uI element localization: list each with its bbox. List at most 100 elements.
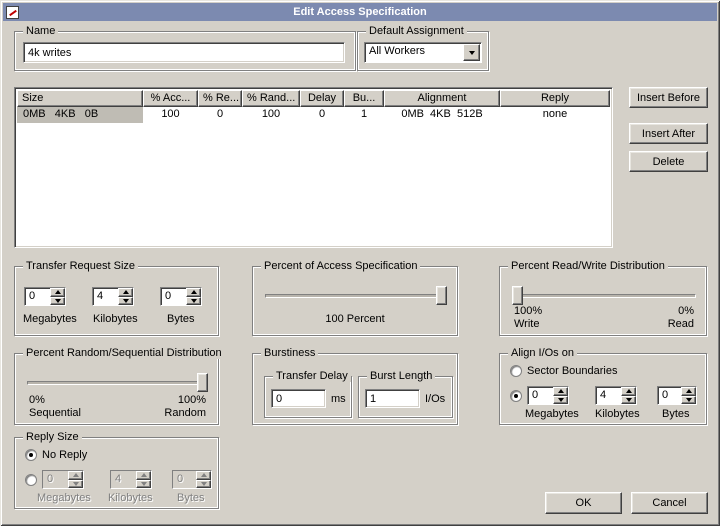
ok-label: OK	[575, 497, 592, 509]
transfer-delay-group: Transfer Delay ms	[264, 370, 352, 418]
insert-before-button[interactable]: Insert Before	[629, 87, 708, 108]
spinner-down-icon	[196, 479, 211, 488]
col-header-size[interactable]: Size	[17, 90, 143, 107]
align-bytes-label: Bytes	[662, 408, 690, 420]
transfer-delay-input[interactable]	[271, 389, 326, 408]
chevron-down-icon	[468, 50, 475, 55]
read-write-slider-thumb[interactable]	[512, 286, 523, 305]
random-seq-slider-thumb[interactable]	[197, 373, 208, 392]
cell-burst[interactable]: 1	[344, 107, 384, 123]
name-group: Name	[14, 25, 356, 71]
percent-access-spec-group: Percent of Access Specification 100 Perc…	[252, 260, 458, 336]
col-header-burst[interactable]: Bu...	[344, 90, 384, 107]
combo-dropdown-button[interactable]	[463, 44, 480, 61]
sector-boundaries-label: Sector Boundaries	[527, 365, 618, 377]
title-bar[interactable]: Edit Access Specification	[3, 3, 717, 21]
col-header-read[interactable]: % Re...	[198, 90, 242, 107]
read-write-dist-group: Percent Read/Write Distribution 100% Writ…	[499, 260, 707, 336]
trs-bytes-label: Bytes	[167, 313, 195, 325]
name-input[interactable]	[23, 42, 345, 63]
insert-after-button[interactable]: Insert After	[629, 123, 708, 144]
read-percent-label: 0% Read	[667, 305, 694, 330]
spinner-up-icon[interactable]	[621, 387, 636, 396]
spinner-up-icon[interactable]	[681, 387, 696, 396]
spinner-down-icon[interactable]	[186, 296, 201, 305]
spinner-down-icon[interactable]	[118, 296, 133, 305]
access-spec-list[interactable]: Size % Acc... % Re... % Rand... Delay Bu…	[14, 87, 613, 248]
trs-kilobytes-value[interactable]: 4	[93, 288, 118, 305]
spinner-up-icon[interactable]	[118, 288, 133, 297]
col-header-reply[interactable]: Reply	[500, 90, 610, 107]
cell-size[interactable]: 0MB 4KB 0B	[17, 107, 143, 123]
ok-button[interactable]: OK	[545, 492, 622, 514]
default-assignment-select[interactable]: All Workers	[364, 42, 482, 63]
align-megabytes-value[interactable]: 0	[528, 387, 553, 404]
cancel-button[interactable]: Cancel	[631, 492, 708, 514]
random-seq-slider-track[interactable]	[27, 381, 208, 385]
cell-access[interactable]: 100	[143, 107, 198, 123]
read-write-dist-label: Percent Read/Write Distribution	[508, 260, 668, 272]
reply-bytes-spinner: 0	[172, 470, 212, 489]
trs-megabytes-spinner[interactable]: 0	[24, 287, 66, 306]
random-seq-dist-group: Percent Random/Sequential Distribution 0…	[14, 347, 225, 425]
access-spec-slider-thumb[interactable]	[436, 286, 447, 305]
random-seq-dist-label: Percent Random/Sequential Distribution	[23, 347, 225, 359]
trs-bytes-spinner[interactable]: 0	[160, 287, 202, 306]
table-row[interactable]: 0MB 4KB 0B 100 0 100 0 1 0MB 4KB 512B no…	[17, 107, 610, 123]
col-header-access[interactable]: % Acc...	[143, 90, 198, 107]
reply-megabytes-label: Megabytes	[37, 492, 91, 504]
cell-read[interactable]: 0	[198, 107, 242, 123]
burst-length-unit: I/Os	[425, 393, 446, 405]
spinner-up-icon[interactable]	[50, 288, 65, 297]
trs-megabytes-value[interactable]: 0	[25, 288, 50, 305]
col-header-alignment[interactable]: Alignment	[384, 90, 500, 107]
reply-size-radio[interactable]	[25, 474, 37, 486]
write-percent-label: 100% Write	[514, 305, 543, 330]
align-ios-label: Align I/Os on	[508, 347, 577, 359]
spinner-down-icon[interactable]	[553, 395, 568, 404]
no-reply-radio[interactable]	[25, 449, 37, 461]
cell-random[interactable]: 100	[242, 107, 300, 123]
delete-label: Delete	[652, 155, 685, 168]
align-size-radio[interactable]	[510, 390, 522, 402]
spinner-up-icon[interactable]	[186, 288, 201, 297]
trs-kilobytes-spinner[interactable]: 4	[92, 287, 134, 306]
align-kilobytes-spinner[interactable]: 4	[595, 386, 637, 405]
window-title: Edit Access Specification	[293, 6, 427, 18]
transfer-request-size-group: Transfer Request Size 0 4 0 Megabytes Ki…	[14, 260, 219, 336]
transfer-delay-label: Transfer Delay	[273, 370, 351, 382]
trs-bytes-value[interactable]: 0	[161, 288, 186, 305]
spinner-down-icon[interactable]	[50, 296, 65, 305]
spinner-up-icon	[136, 471, 151, 480]
sector-boundaries-radio[interactable]	[510, 365, 522, 377]
cell-reply[interactable]: none	[500, 107, 610, 123]
align-bytes-value[interactable]: 0	[658, 387, 681, 404]
burst-length-label: Burst Length	[367, 370, 436, 382]
reply-bytes-value: 0	[173, 471, 196, 488]
burst-length-input[interactable]	[365, 389, 420, 408]
sequential-percent-label: 0% Sequential	[29, 394, 81, 419]
read-write-slider-track[interactable]	[512, 294, 696, 298]
cell-alignment[interactable]: 0MB 4KB 512B	[384, 107, 500, 123]
insert-after-label: Insert After	[641, 127, 696, 140]
delete-button[interactable]: Delete	[629, 151, 708, 172]
col-header-delay[interactable]: Delay	[300, 90, 344, 107]
align-megabytes-spinner[interactable]: 0	[527, 386, 569, 405]
spinner-down-icon[interactable]	[621, 395, 636, 404]
reply-bytes-label: Bytes	[177, 492, 205, 504]
spinner-up-icon	[196, 471, 211, 480]
align-kilobytes-label: Kilobytes	[595, 408, 640, 420]
col-header-random[interactable]: % Rand...	[242, 90, 300, 107]
spinner-up-icon[interactable]	[553, 387, 568, 396]
percent-access-spec-label: Percent of Access Specification	[261, 260, 421, 272]
cell-delay[interactable]: 0	[300, 107, 344, 123]
align-bytes-spinner[interactable]: 0	[657, 386, 697, 405]
list-header-row: Size % Acc... % Re... % Rand... Delay Bu…	[17, 90, 610, 107]
align-megabytes-label: Megabytes	[525, 408, 579, 420]
access-spec-slider-track[interactable]	[265, 294, 447, 298]
burstiness-label: Burstiness	[261, 347, 319, 359]
align-kilobytes-value[interactable]: 4	[596, 387, 621, 404]
reply-kilobytes-spinner: 4	[110, 470, 152, 489]
spinner-down-icon[interactable]	[681, 395, 696, 404]
transfer-delay-unit: ms	[331, 393, 346, 405]
